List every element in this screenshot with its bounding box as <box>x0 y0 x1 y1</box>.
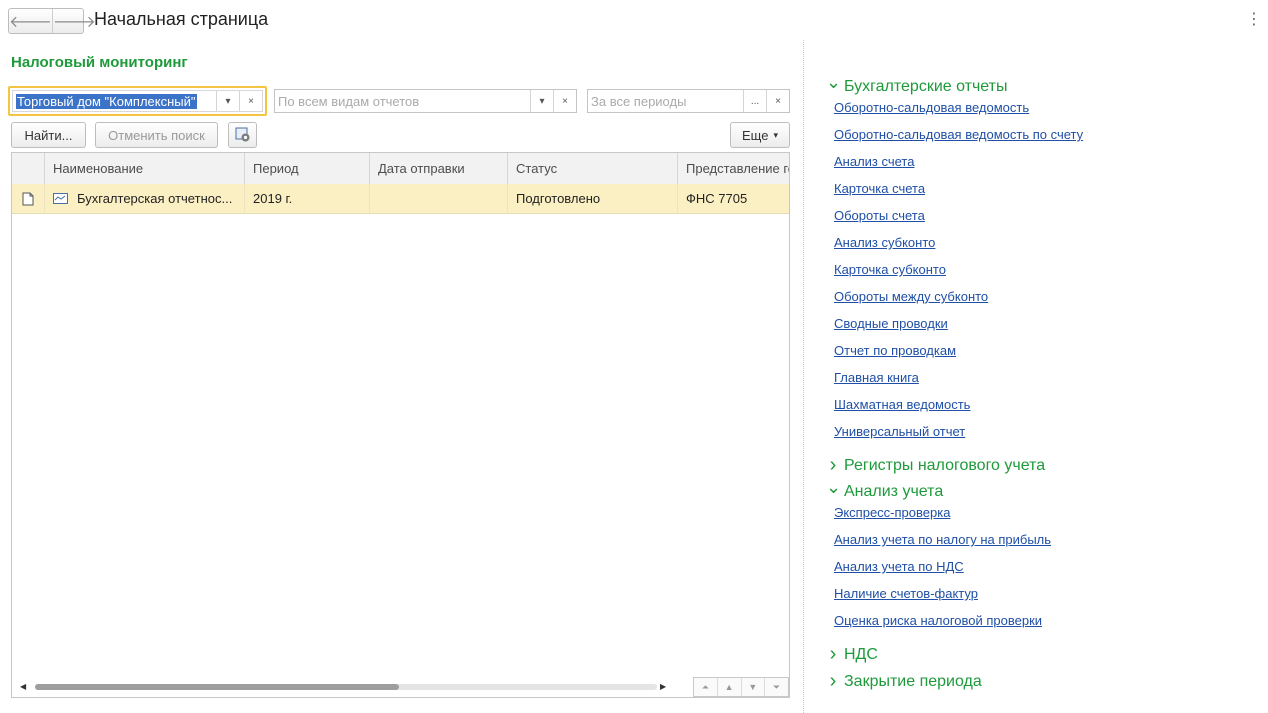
cancel-search-button[interactable]: Отменить поиск <box>95 122 218 148</box>
navigation-buttons: 🡐 🡒 <box>8 8 96 34</box>
scroll-right-icon[interactable]: ▶ <box>660 682 666 691</box>
period-input[interactable]: За все периоды <box>588 90 743 112</box>
period-clear-button[interactable]: × <box>766 90 789 112</box>
period-placeholder: За все периоды <box>591 93 687 109</box>
forward-button[interactable]: 🡒 <box>51 9 96 33</box>
close-icon: × <box>248 95 254 107</box>
row-period: 2019 г. <box>245 184 370 213</box>
panel-group-title: Бухгалтерские отчеты <box>844 77 1008 95</box>
table-row[interactable]: Бухгалтерская отчетнос... 2019 г. Подгот… <box>12 184 789 214</box>
period-choose-button[interactable]: ... <box>743 90 766 112</box>
horizontal-scrollbar[interactable]: ◀ ▶ <box>20 682 666 691</box>
page-up-icon[interactable]: ▲ <box>718 678 742 696</box>
list-settings-button[interactable] <box>228 122 257 148</box>
period-field[interactable]: За все периоды ... × <box>587 89 790 113</box>
row-status: Подготовлено <box>508 184 678 213</box>
go-to-first-icon[interactable]: ⏶ <box>694 678 718 696</box>
column-header-period[interactable]: Период <box>245 153 370 184</box>
row-name: Бухгалтерская отчетнос... <box>77 191 233 206</box>
back-button[interactable]: 🡐 <box>9 9 52 33</box>
settings-gear-icon <box>235 127 249 142</box>
report-link[interactable]: Анализ учета по НДС <box>834 559 964 574</box>
chevron-down-icon: ▾ <box>539 95 545 107</box>
report-link[interactable]: Оборотно-сальдовая ведомость по счету <box>834 127 1083 142</box>
organization-dropdown-button[interactable]: ▾ <box>216 91 239 111</box>
report-link[interactable]: Анализ субконто <box>834 235 935 250</box>
panel-group-title: Регистры налогового учета <box>844 456 1046 474</box>
report-link[interactable]: Экспресс-проверка <box>834 505 950 520</box>
report-type-clear-button[interactable]: × <box>553 90 576 112</box>
close-icon: × <box>562 95 568 107</box>
report-link[interactable]: Отчет по проводкам <box>834 343 956 358</box>
row-representation: ФНС 7705 <box>686 191 748 206</box>
report-link[interactable]: Карточка счета <box>834 181 925 196</box>
column-header-status[interactable]: Статус <box>508 153 678 184</box>
report-type-placeholder: По всем видам отчетов <box>278 93 420 109</box>
panel-group-0[interactable]: ⌄ Бухгалтерские отчеты <box>826 72 1008 97</box>
organization-value[interactable]: Торговый дом "Комплексный" <box>13 91 216 111</box>
panel-group-title: НДС <box>844 645 878 663</box>
organization-field-focus: Торговый дом "Комплексный" ▾ × <box>8 86 267 116</box>
page-title: Начальная страница <box>94 9 269 29</box>
report-link[interactable]: Обороты между субконто <box>834 289 988 304</box>
reports-table: Наименование Период Дата отправки Статус… <box>11 152 790 698</box>
report-link[interactable]: Оценка риска налоговой проверки <box>834 613 1042 628</box>
report-link[interactable]: Карточка субконто <box>834 262 946 277</box>
report-link[interactable]: Универсальный отчет <box>834 424 965 439</box>
column-header-sent-date[interactable]: Дата отправки <box>370 153 508 184</box>
more-button-label: Еще <box>742 127 769 143</box>
row-name-cell: Бухгалтерская отчетнос... <box>45 184 245 213</box>
column-header-representation[interactable]: Представление го <box>678 153 789 184</box>
panel-group-2[interactable]: ⌄ Анализ учета <box>826 477 944 502</box>
row-sent-date <box>370 184 508 213</box>
scroll-left-icon[interactable]: ◀ <box>20 682 26 691</box>
report-type-field[interactable]: По всем видам отчетов ▾ × <box>274 89 577 113</box>
report-type-dropdown-button[interactable]: ▾ <box>530 90 553 112</box>
panel-group-title: Закрытие периода <box>844 672 982 690</box>
close-icon: × <box>775 95 781 107</box>
report-link[interactable]: Анализ счета <box>834 154 914 169</box>
report-icon <box>53 193 68 204</box>
chevron-down-icon: ⌄ <box>826 477 842 497</box>
header-icon-column <box>12 153 45 184</box>
list-navigation-buttons: ⏶ ▲ ▼ ⏷ <box>693 677 789 697</box>
chevron-down-icon: ⌄ <box>826 72 842 92</box>
panel-divider <box>803 40 804 713</box>
chevron-down-icon: ▾ <box>225 95 231 107</box>
column-header-name[interactable]: Наименование <box>45 153 245 184</box>
more-button[interactable]: Еще ▾ <box>730 122 790 148</box>
report-link[interactable]: Обороты счета <box>834 208 925 223</box>
row-state-cell <box>12 184 45 213</box>
chevron-down-icon: ▾ <box>773 129 778 140</box>
organization-clear-button[interactable]: × <box>239 91 262 111</box>
report-link[interactable]: Оборотно-сальдовая ведомость <box>834 100 1029 115</box>
organization-field[interactable]: Торговый дом "Комплексный" ▾ × <box>12 90 263 112</box>
page-down-icon[interactable]: ▼ <box>742 678 766 696</box>
organization-selected-text: Торговый дом "Комплексный" <box>16 93 197 109</box>
chevron-right-icon: › <box>829 670 837 692</box>
panel-group-3[interactable]: › НДС <box>826 643 878 666</box>
report-type-input[interactable]: По всем видам отчетов <box>275 90 530 112</box>
arrow-right-icon: 🡒 <box>52 13 96 31</box>
panel-group-4[interactable]: › Закрытие периода <box>826 670 982 693</box>
find-button[interactable]: Найти... <box>11 122 86 148</box>
ellipsis-icon: ... <box>750 95 760 107</box>
panel-group-1[interactable]: › Регистры налогового учета <box>826 454 1045 477</box>
arrow-left-icon: 🡐 <box>9 13 52 31</box>
report-link[interactable]: Шахматная ведомость <box>834 397 970 412</box>
report-link[interactable]: Сводные проводки <box>834 316 948 331</box>
section-title: Налоговый мониторинг <box>11 54 188 71</box>
table-header: Наименование Период Дата отправки Статус… <box>12 153 789 185</box>
more-vertical-icon[interactable]: ⋮ <box>1246 10 1262 30</box>
document-icon <box>22 192 34 205</box>
report-link[interactable]: Анализ учета по налогу на прибыль <box>834 532 1051 547</box>
go-to-last-icon[interactable]: ⏷ <box>765 678 788 696</box>
chevron-right-icon: › <box>829 454 837 476</box>
report-link[interactable]: Наличие счетов-фактур <box>834 586 978 601</box>
report-link[interactable]: Главная книга <box>834 370 919 385</box>
panel-group-title: Анализ учета <box>844 482 944 500</box>
chevron-right-icon: › <box>829 643 837 665</box>
scroll-thumb[interactable] <box>35 684 399 690</box>
